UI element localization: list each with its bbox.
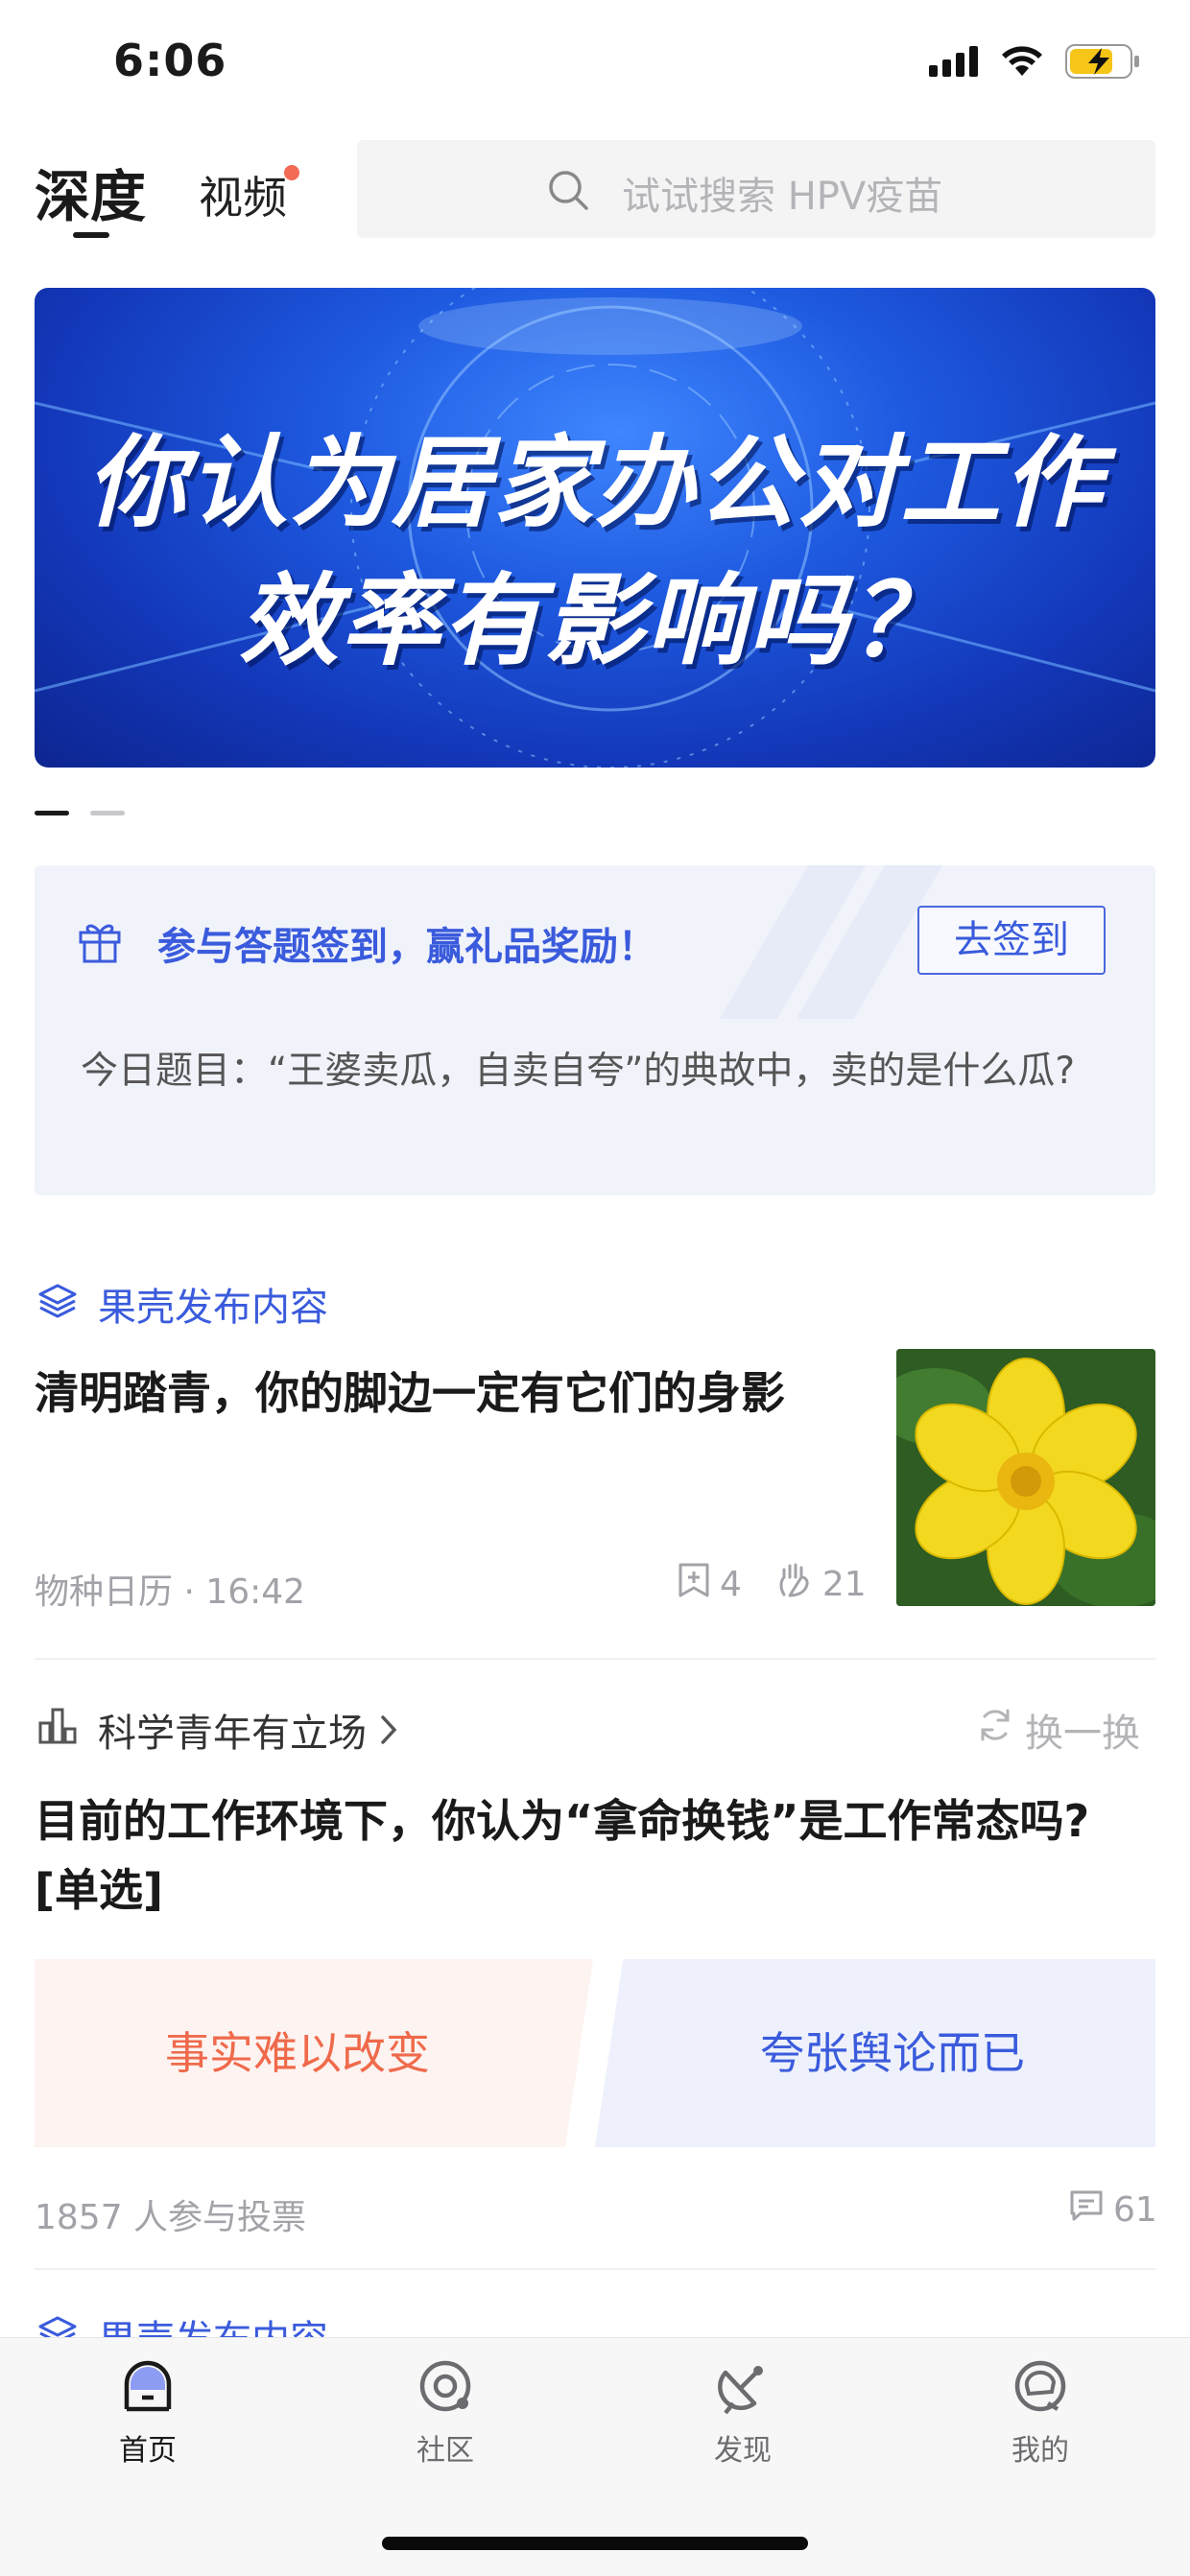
comment-icon <box>1069 2189 1104 2231</box>
quiz-question[interactable]: 今日题目：“王婆卖瓜，自卖自夸”的典故中，卖的是什么瓜? <box>81 1042 1098 1101</box>
poll-participants: 1857 人参与投票 <box>35 2198 307 2237</box>
tabbar-discover[interactable]: 发现 <box>647 2355 839 2469</box>
gift-icon <box>77 919 123 967</box>
refresh-label: 换一换 <box>1025 1712 1140 1756</box>
battery-icon <box>1065 44 1142 83</box>
discover-satellite-icon <box>712 2366 774 2421</box>
notification-dot <box>284 165 299 180</box>
poll-source: 科学青年有立场 <box>98 1712 367 1756</box>
tabbar-home-label: 首页 <box>119 2434 177 2468</box>
banner-headline-1: 你认为居家办公对工作 <box>85 424 1104 541</box>
bookmark-count: 4 <box>720 1565 742 1604</box>
home-helmet-icon <box>117 2360 178 2421</box>
carousel-dot <box>90 811 125 815</box>
signin-title: 参与答题签到，赢礼品奖励！ <box>157 925 656 969</box>
like-hand-icon[interactable] <box>776 1562 813 1607</box>
community-ring-icon <box>415 2360 476 2421</box>
like-count: 21 <box>821 1565 867 1604</box>
tab-deep[interactable]: 深度 <box>35 152 146 232</box>
carousel-dot-active <box>35 811 69 815</box>
article-source[interactable]: 果壳发布内容 <box>98 1276 328 1332</box>
article-meta: 物种日历 · 16:42 <box>35 1572 306 1612</box>
banner-carousel[interactable]: 你认为居家办公对工作 效率有影响吗？ <box>35 288 1155 768</box>
tabbar-community-label: 社区 <box>416 2434 474 2468</box>
bookmark-icon[interactable] <box>678 1562 710 1607</box>
status-time: 6:06 <box>113 35 227 86</box>
article-title[interactable]: 清明踏青，你的脚边一定有它们的身影 <box>35 1359 860 1422</box>
tabbar-mine[interactable]: 我的 <box>944 2355 1136 2469</box>
article-thumbnail[interactable] <box>896 1349 1155 1606</box>
refresh-button[interactable]: 换一换 <box>977 1702 1140 1758</box>
chart-bars-icon <box>36 1706 79 1748</box>
home-indicator[interactable] <box>382 2537 808 2550</box>
divider <box>35 2268 1155 2270</box>
poll-source-link[interactable]: 科学青年有立场 <box>98 1702 400 1758</box>
poll-option-a-label[interactable]: 事实难以改变 <box>35 1959 560 2147</box>
search-placeholder: 试试搜索 HPV疫苗 <box>622 175 943 219</box>
yellow-flower-image <box>896 1349 1155 1606</box>
article-stats: 4 21 <box>678 1562 867 1607</box>
comment-count: 61 <box>1113 2190 1157 2230</box>
tab-video[interactable]: 视频 <box>199 163 287 226</box>
refresh-icon <box>977 1707 1013 1753</box>
poll-option-b-label[interactable]: 夸张舆论而已 <box>630 1959 1155 2147</box>
search-icon <box>547 169 589 215</box>
tabbar-mine-label: 我的 <box>1012 2434 1069 2468</box>
status-icons <box>929 44 1142 83</box>
divider <box>35 1658 1155 1660</box>
poll-question[interactable]: 目前的工作环境下，你认为“拿命换钱”是工作常态吗? [单选] <box>35 1786 1155 1925</box>
chevron-right-icon <box>379 1712 400 1756</box>
poll-comments[interactable]: 61 <box>1069 2189 1157 2231</box>
tabbar-discover-label: 发现 <box>714 2434 772 2468</box>
tabbar-community[interactable]: 社区 <box>349 2355 541 2469</box>
wifi-icon <box>1000 45 1044 82</box>
active-tab-indicator <box>73 232 109 238</box>
mine-astronaut-icon <box>1010 2360 1071 2421</box>
tabbar-home[interactable]: 首页 <box>52 2355 244 2469</box>
signin-button[interactable]: 去签到 <box>917 906 1106 975</box>
banner-headline-2: 效率有影响吗？ <box>238 562 951 679</box>
signal-icon <box>929 46 979 81</box>
layers-icon <box>36 1282 79 1324</box>
